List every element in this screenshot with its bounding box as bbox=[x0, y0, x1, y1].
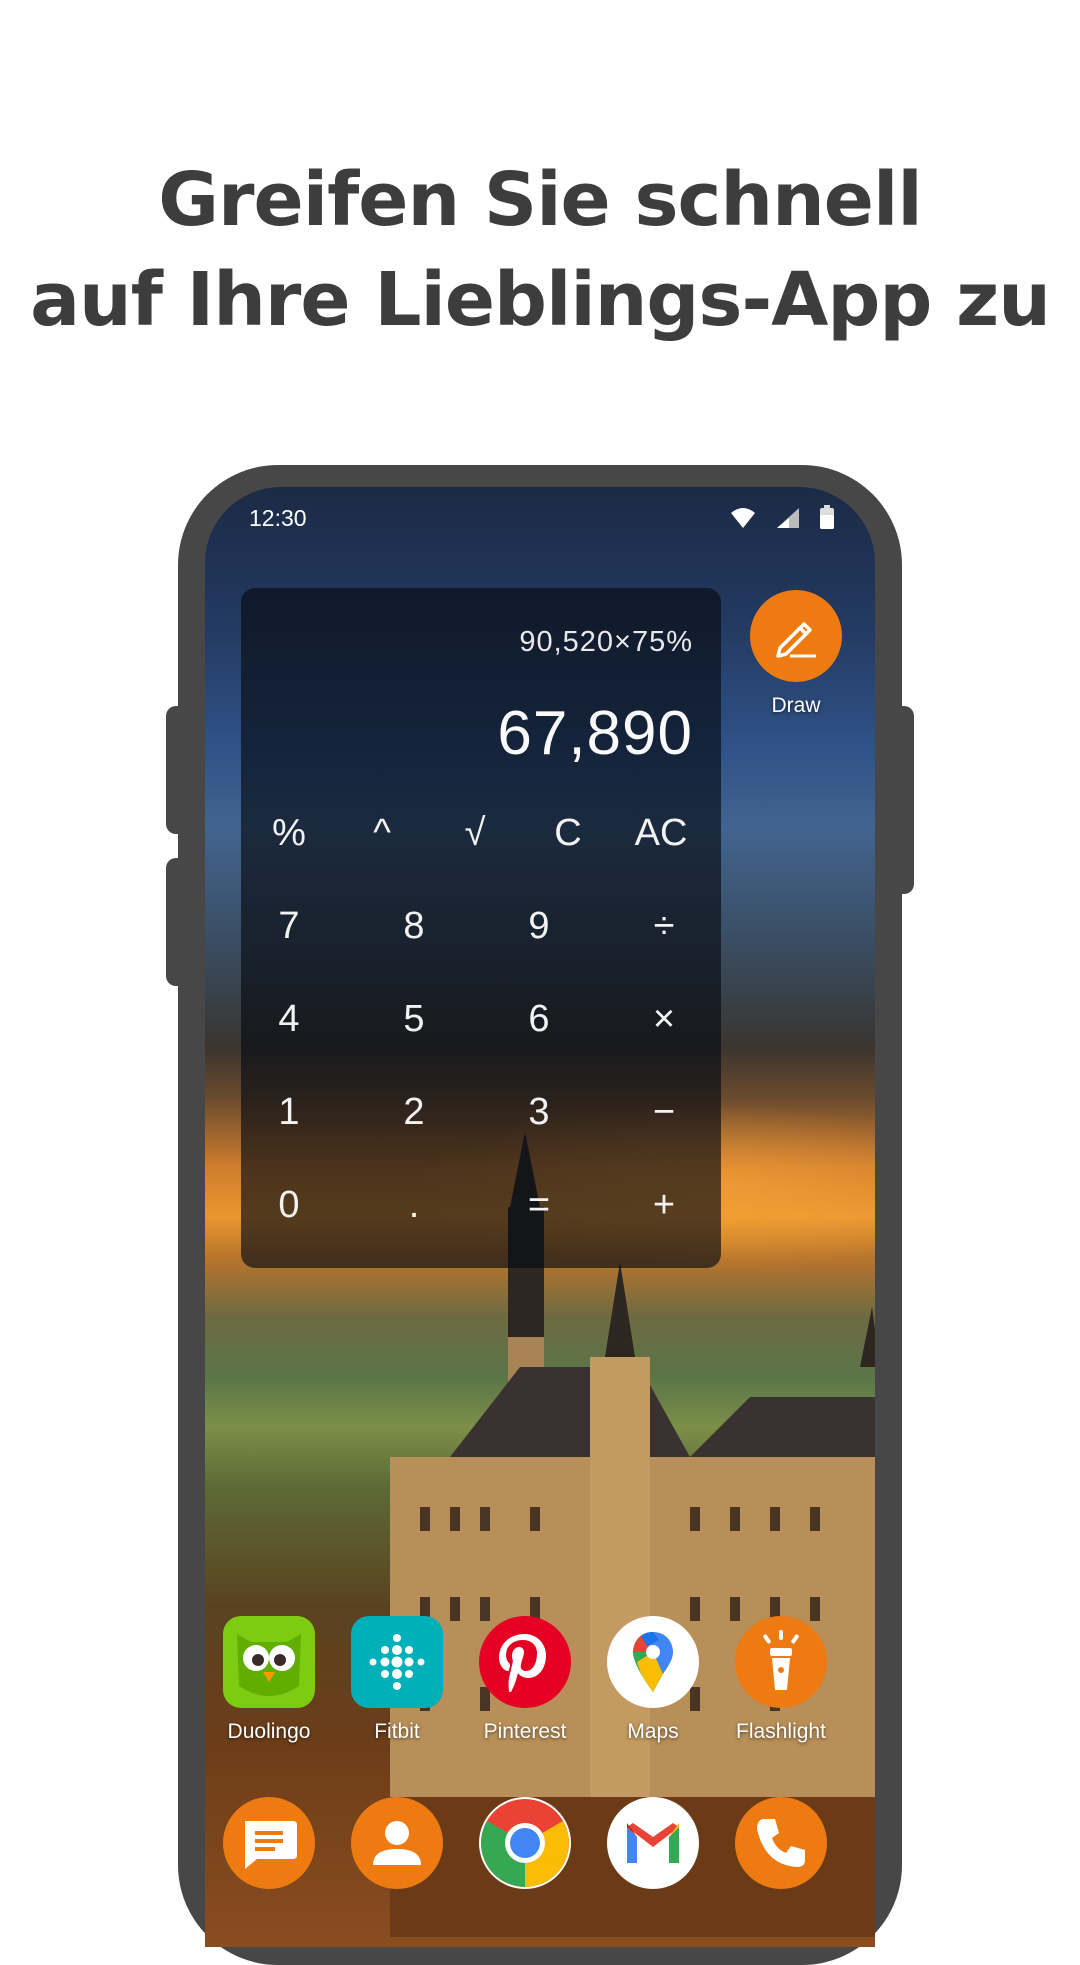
dock-phone[interactable] bbox=[717, 1797, 845, 1889]
headline-line-1: Greifen Sie schnell bbox=[158, 157, 922, 243]
key-2[interactable]: 2 bbox=[366, 1072, 462, 1152]
dock-chrome[interactable] bbox=[461, 1797, 589, 1889]
status-icons bbox=[730, 505, 835, 534]
gmail-icon bbox=[607, 1797, 699, 1889]
dock-messages[interactable] bbox=[205, 1797, 333, 1889]
key-1[interactable]: 1 bbox=[241, 1072, 337, 1152]
calculator-widget[interactable]: 90,520×75% 67,890 % ^ √ C AC 7 8 9 ÷ 4 5… bbox=[241, 588, 721, 1268]
key-clear[interactable]: C bbox=[520, 793, 616, 873]
key-0[interactable]: 0 bbox=[241, 1165, 337, 1245]
app-label-flashlight: Flashlight bbox=[736, 1720, 826, 1743]
calculator-expression: 90,520×75% bbox=[519, 626, 693, 658]
app-pinterest[interactable]: Pinterest bbox=[461, 1616, 589, 1744]
key-9[interactable]: 9 bbox=[491, 886, 587, 966]
wifi-icon bbox=[731, 508, 756, 528]
app-maps[interactable]: Maps bbox=[589, 1616, 717, 1744]
pinterest-icon bbox=[479, 1616, 571, 1708]
contacts-icon bbox=[351, 1797, 443, 1889]
battery-icon bbox=[820, 505, 834, 529]
key-percent[interactable]: % bbox=[241, 793, 337, 873]
flashlight-icon bbox=[735, 1616, 827, 1708]
key-5[interactable]: 5 bbox=[366, 979, 462, 1059]
messages-icon bbox=[223, 1797, 315, 1889]
key-all-clear[interactable]: AC bbox=[613, 793, 709, 873]
key-sqrt[interactable]: √ bbox=[427, 793, 523, 873]
key-3[interactable]: 3 bbox=[491, 1072, 587, 1152]
app-label-pinterest: Pinterest bbox=[483, 1720, 567, 1743]
draw-shortcut[interactable]: Draw bbox=[748, 590, 844, 718]
key-plus[interactable]: + bbox=[616, 1165, 712, 1245]
draw-label: Draw bbox=[771, 694, 821, 717]
key-4[interactable]: 4 bbox=[241, 979, 337, 1059]
app-flashlight[interactable]: Flashlight bbox=[717, 1616, 845, 1744]
key-8[interactable]: 8 bbox=[366, 886, 462, 966]
maps-pin-icon bbox=[607, 1616, 699, 1708]
key-multiply[interactable]: × bbox=[616, 979, 712, 1059]
app-label-fitbit: Fitbit bbox=[374, 1720, 420, 1743]
key-minus[interactable]: − bbox=[616, 1072, 712, 1152]
phone-icon bbox=[735, 1797, 827, 1889]
key-decimal[interactable]: . bbox=[366, 1165, 462, 1245]
status-bar: 12:30 bbox=[205, 487, 875, 551]
app-duolingo[interactable]: Duolingo bbox=[205, 1616, 333, 1744]
headline-line-2: auf Ihre Lieblings-App zu bbox=[30, 257, 1051, 343]
key-equals[interactable]: = bbox=[491, 1165, 587, 1245]
pencil-icon bbox=[750, 590, 842, 682]
key-7[interactable]: 7 bbox=[241, 886, 337, 966]
phone-screen: 12:30 90,520×75% 67,890 % ^ √ C AC 7 8 9… bbox=[205, 487, 875, 1947]
app-fitbit[interactable]: Fitbit bbox=[333, 1616, 461, 1744]
dock-gmail[interactable] bbox=[589, 1797, 717, 1889]
app-label-maps: Maps bbox=[627, 1720, 679, 1743]
app-label-duolingo: Duolingo bbox=[227, 1720, 311, 1743]
key-divide[interactable]: ÷ bbox=[616, 886, 712, 966]
headline: Greifen Sie schnell auf Ihre Lieblings-A… bbox=[0, 150, 1080, 350]
chrome-icon bbox=[479, 1797, 571, 1889]
fitbit-icon bbox=[351, 1616, 443, 1708]
status-time: 12:30 bbox=[249, 505, 307, 531]
calculator-result: 67,890 bbox=[497, 699, 693, 768]
key-6[interactable]: 6 bbox=[491, 979, 587, 1059]
dock-contacts[interactable] bbox=[333, 1797, 461, 1889]
signal-icon bbox=[776, 508, 799, 528]
key-power[interactable]: ^ bbox=[334, 793, 430, 873]
duolingo-owl-icon bbox=[223, 1616, 315, 1708]
